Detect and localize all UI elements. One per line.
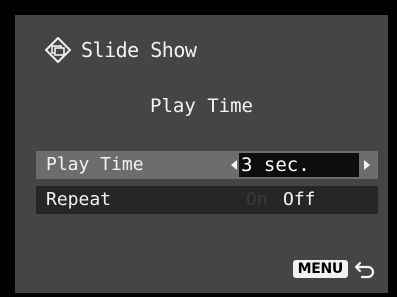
camera-display-frame: Slide Show Play Time Play Time 3 sec. Re… xyxy=(0,0,397,297)
section-title: Play Time xyxy=(150,95,253,117)
menu-row-play-time[interactable]: Play Time 3 sec. xyxy=(36,151,378,179)
repeat-option-off[interactable]: Off xyxy=(283,189,316,210)
footer-hint: MENU xyxy=(292,259,376,279)
repeat-option-on[interactable]: On xyxy=(246,189,268,210)
play-time-value[interactable]: 3 sec. xyxy=(239,153,359,177)
return-icon xyxy=(354,261,375,279)
camera-screen: Slide Show Play Time Play Time 3 sec. Re… xyxy=(15,15,388,293)
repeat-label: Repeat xyxy=(46,189,112,210)
menu-header: Slide Show xyxy=(45,35,197,65)
menu-title: Slide Show xyxy=(81,38,197,62)
left-arrow-icon[interactable] xyxy=(231,160,237,170)
menu-row-repeat[interactable]: Repeat On Off xyxy=(36,186,378,214)
slideshow-icon xyxy=(45,37,71,63)
menu-button-label[interactable]: MENU xyxy=(292,260,348,278)
play-time-label: Play Time xyxy=(46,154,144,175)
right-arrow-icon[interactable] xyxy=(364,160,370,170)
